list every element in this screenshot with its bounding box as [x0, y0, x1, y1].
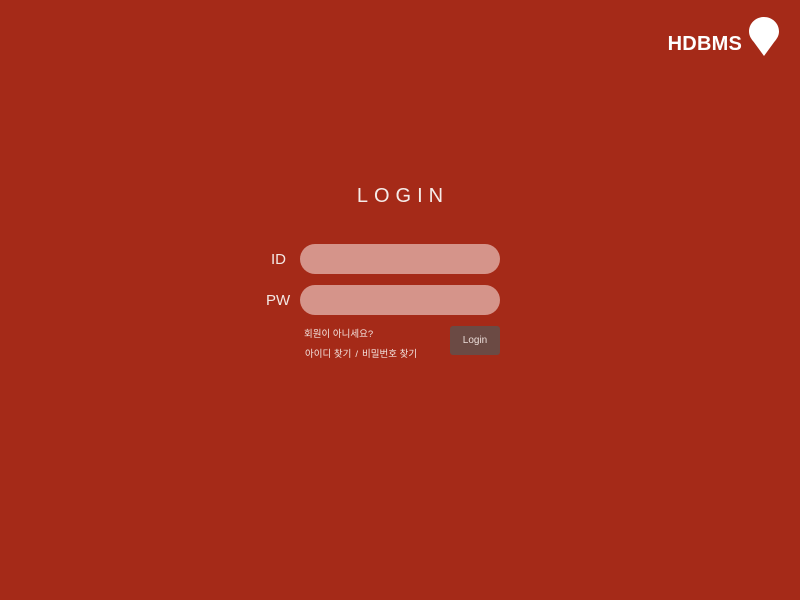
login-button[interactable]: Login	[450, 326, 500, 355]
link-separator: /	[355, 349, 358, 360]
signup-link[interactable]: 회원이 아니세요?	[304, 329, 373, 341]
login-title: LOGIN	[356, 185, 450, 207]
pw-label: PW	[266, 292, 291, 309]
password-input[interactable]	[300, 285, 500, 315]
find-id-link[interactable]: 아이디 찾기	[305, 349, 351, 361]
find-password-link[interactable]: 비밀번호 찾기	[362, 349, 417, 361]
id-input[interactable]	[300, 244, 500, 274]
id-label: ID	[271, 251, 286, 268]
brand-name: HDBMS	[667, 33, 742, 55]
brand-logo: HDBMS	[668, 16, 780, 58]
find-account-links: 아이디 찾기 / 비밀번호 찾기	[305, 349, 417, 361]
map-pin-icon	[749, 17, 779, 56]
login-page: HDBMS LOGIN ID PW 회원이 아니세요? 아이디 찾기 / 비밀번…	[0, 0, 800, 600]
